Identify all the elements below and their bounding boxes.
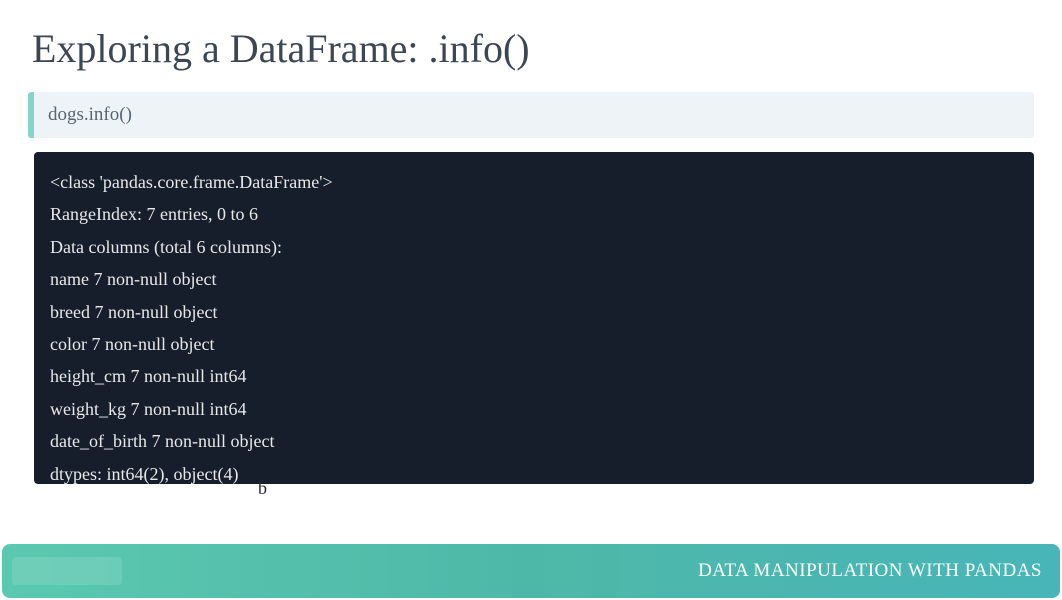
output-line: weight_kg 7 non-null int64 bbox=[50, 393, 1018, 425]
output-line: breed 7 non-null object bbox=[50, 296, 1018, 328]
code-input-block: dogs.info() bbox=[28, 92, 1034, 138]
code-input-text: dogs.info() bbox=[48, 104, 132, 125]
footer-course-label: DATA MANIPULATION WITH PANDAS bbox=[698, 560, 1042, 582]
output-line: RangeIndex: 7 entries, 0 to 6 bbox=[50, 198, 1018, 230]
slide-title: Exploring a DataFrame: .info() bbox=[0, 0, 1062, 92]
output-line: date_of_birth 7 non-null object bbox=[50, 425, 1018, 457]
footer-bar: DATA MANIPULATION WITH PANDAS bbox=[2, 544, 1060, 598]
output-line: name 7 non-null object bbox=[50, 263, 1018, 295]
output-line: color 7 non-null object bbox=[50, 328, 1018, 360]
code-output-block: <class 'pandas.core.frame.DataFrame'> Ra… bbox=[34, 152, 1034, 484]
output-line: Data columns (total 6 columns): bbox=[50, 231, 1018, 263]
output-line: height_cm 7 non-null int64 bbox=[50, 360, 1018, 392]
footer-logo-badge bbox=[12, 557, 122, 585]
output-line: <class 'pandas.core.frame.DataFrame'> bbox=[50, 166, 1018, 198]
